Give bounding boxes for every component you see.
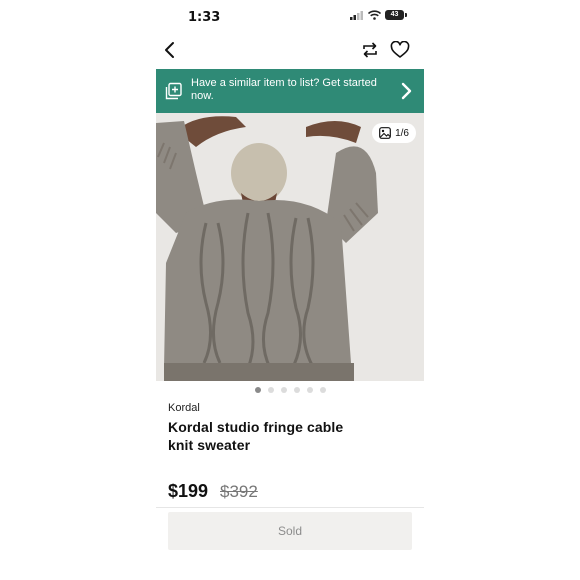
back-icon[interactable] — [162, 40, 178, 60]
product-photo[interactable]: 1/6 — [156, 113, 424, 381]
listing-title: Kordal studio fringe cable knit sweater — [168, 419, 344, 453]
carousel-dot[interactable] — [293, 387, 300, 393]
status-icons: 43 — [350, 10, 407, 20]
carousel-dot[interactable] — [267, 387, 274, 393]
carousel-dot[interactable] — [306, 387, 313, 393]
battery-indicator: 43 — [385, 10, 407, 20]
heart-icon[interactable] — [390, 41, 410, 59]
status-time: 1:33 — [188, 10, 221, 25]
status-bar: 1:33 43 — [156, 0, 424, 34]
carousel-dot[interactable] — [280, 387, 287, 393]
photo-counter-text: 1/6 — [395, 127, 409, 139]
banner-text: Have a similar item to list? Get started… — [191, 77, 377, 102]
gallery-icon — [379, 127, 391, 139]
top-nav — [156, 36, 424, 66]
cellular-signal-icon — [350, 11, 363, 20]
carousel-dot[interactable] — [254, 387, 261, 393]
divider — [156, 507, 424, 508]
photo-counter: 1/6 — [372, 123, 416, 143]
original-price: $392 — [220, 482, 258, 501]
carousel-dots — [156, 387, 424, 393]
sweater-image — [156, 113, 424, 381]
listing-price: $199 — [168, 481, 209, 501]
repost-icon[interactable] — [360, 40, 380, 60]
list-item-icon — [165, 82, 182, 100]
chevron-right-icon — [401, 82, 412, 100]
wifi-icon — [368, 10, 381, 20]
carousel-dot[interactable] — [319, 387, 326, 393]
sold-button[interactable]: Sold — [168, 512, 412, 550]
brand-name[interactable]: Kordal — [168, 402, 200, 414]
list-similar-banner[interactable]: Have a similar item to list? Get started… — [156, 69, 424, 113]
listing-screen: 1:33 43 Have a similar item to list? Get… — [156, 0, 424, 580]
